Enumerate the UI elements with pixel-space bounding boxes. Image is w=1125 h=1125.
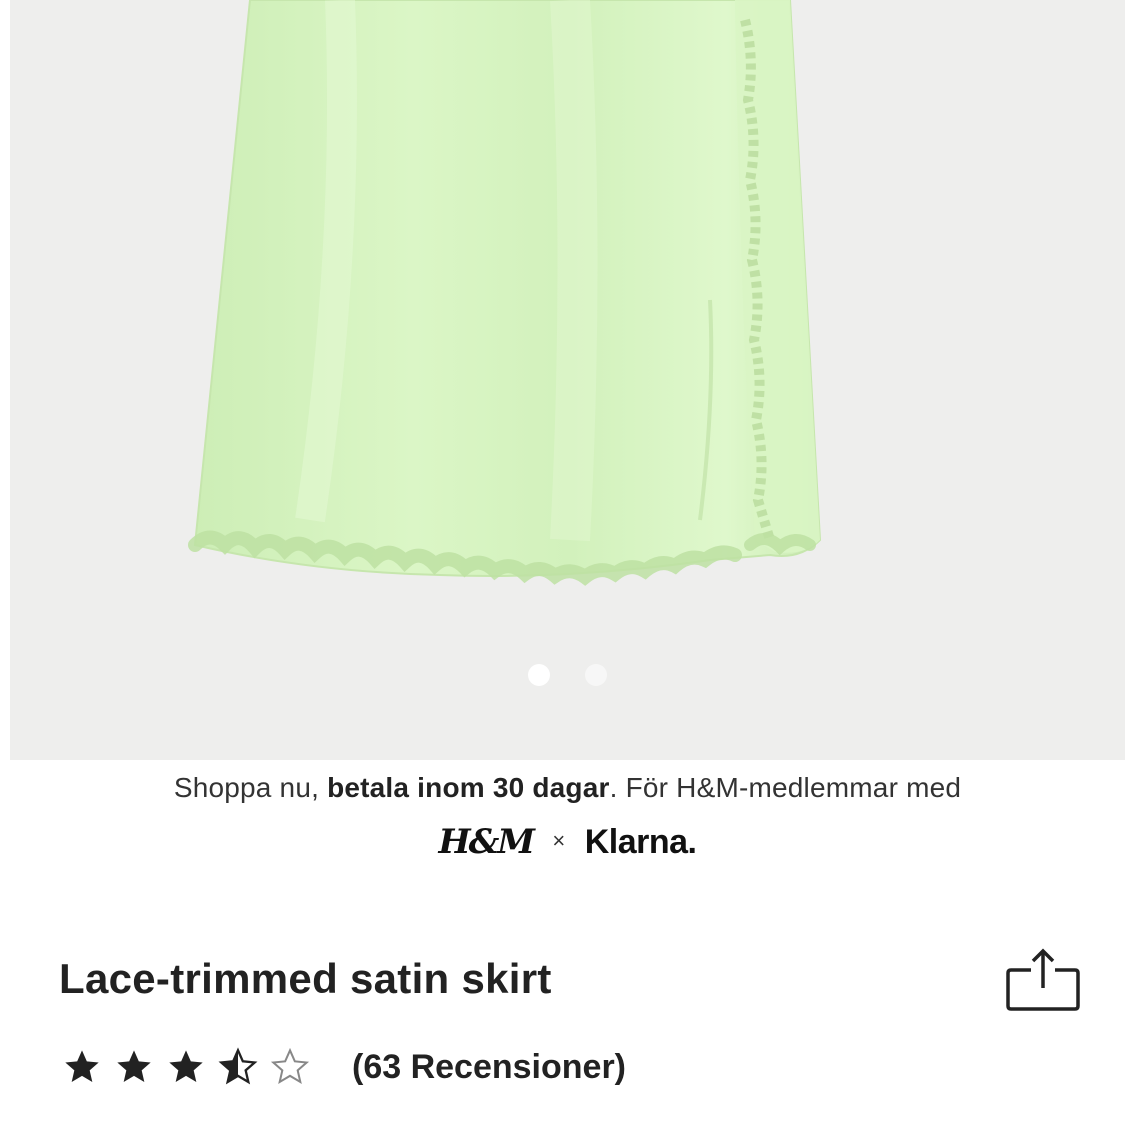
- promo-text-suffix: . För H&M-medlemmar med: [609, 772, 962, 803]
- product-info: Shoppa nu, betala inom 30 dagar. För H&M…: [10, 760, 1125, 1125]
- star-filled-icon: [117, 1050, 151, 1082]
- promo-text-prefix: Shoppa nu,: [173, 772, 328, 803]
- star-half-icon: [218, 1047, 258, 1085]
- gallery-dot-1[interactable]: [528, 664, 551, 686]
- gallery-dot-2[interactable]: [584, 664, 607, 686]
- star-filled-icon: [169, 1050, 203, 1082]
- hm-logo: H&M: [438, 822, 535, 862]
- star-filled-icon: [65, 1050, 99, 1082]
- skirt-image: [188, 0, 822, 586]
- share-icon: [1006, 948, 1080, 1011]
- product-rating[interactable]: (63 Recensioner): [62, 1042, 626, 1092]
- promo-text-bold: betala inom 30 dagar: [327, 772, 610, 803]
- partner-logos: H&M × Klarna.: [10, 822, 1125, 862]
- klarna-logo: Klarna.: [584, 823, 697, 861]
- gallery-pagination: [10, 664, 1125, 691]
- klarna-promo-text: Shoppa nu, betala inom 30 dagar. För H&M…: [10, 772, 1125, 804]
- product-image-gallery[interactable]: [10, 0, 1125, 760]
- star-empty-icon: [270, 1047, 310, 1085]
- reviews-link[interactable]: (63 Recensioner): [352, 1048, 626, 1087]
- brand-separator: ×: [552, 828, 566, 853]
- product-title: Lace-trimmed satin skirt: [59, 955, 552, 1002]
- share-button[interactable]: [1005, 948, 1081, 1012]
